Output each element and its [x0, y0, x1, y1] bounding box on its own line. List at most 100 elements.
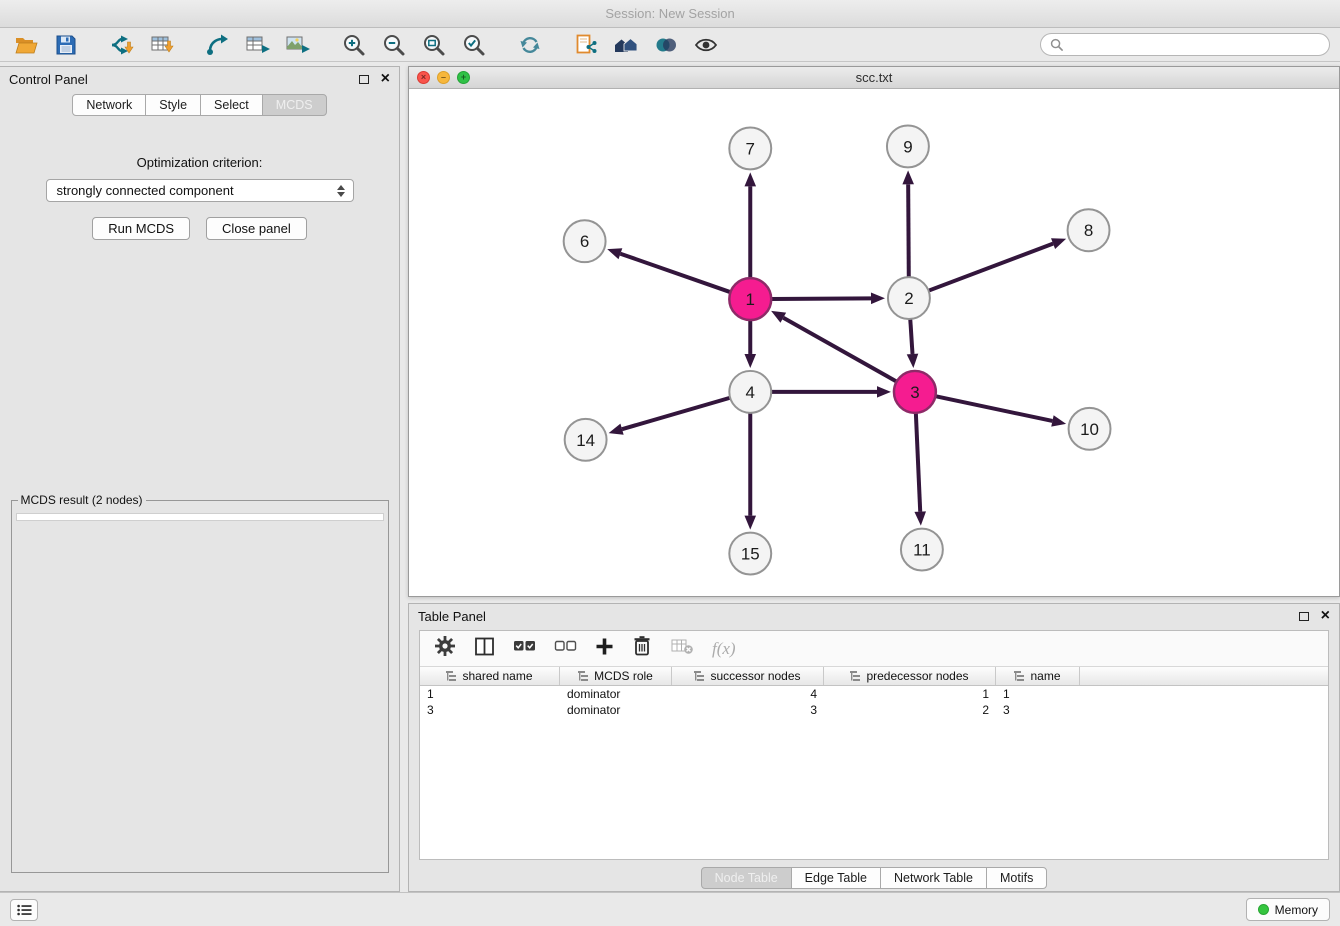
- open-session-button[interactable]: [10, 31, 42, 59]
- optimization-label: Optimization criterion:: [137, 155, 263, 170]
- graph-node-label-3: 3: [910, 383, 919, 402]
- show-columns-button[interactable]: [474, 636, 495, 662]
- tab-style[interactable]: Style: [145, 94, 201, 116]
- refresh-button[interactable]: [514, 31, 546, 59]
- table-row[interactable]: 1dominator411: [420, 686, 1328, 702]
- graph-arrowhead-1-7: [744, 172, 756, 186]
- graph-edge-2-9[interactable]: [908, 184, 909, 277]
- export-image-button[interactable]: [282, 31, 314, 59]
- column-header-mcds-role[interactable]: MCDS role: [560, 667, 672, 685]
- close-panel-button[interactable]: Close panel: [206, 217, 307, 240]
- column-header-shared-name[interactable]: shared name: [420, 667, 560, 685]
- window-minimize-button[interactable]: –: [437, 71, 450, 84]
- cell-shared-name[interactable]: 1: [420, 687, 560, 701]
- column-header-name[interactable]: name: [996, 667, 1080, 685]
- control-panel-header: Control Panel ×: [0, 67, 399, 91]
- network-view-window: scc.txt × – + 7968124314101511: [408, 66, 1340, 597]
- graph-node-label-4: 4: [746, 383, 755, 402]
- mcds-result-title: MCDS result (2 nodes): [18, 493, 146, 507]
- column-type-icon: [578, 671, 589, 681]
- tab-network[interactable]: Network: [72, 94, 146, 116]
- column-header-predecessor-nodes[interactable]: predecessor nodes: [824, 667, 996, 685]
- task-history-button[interactable]: [10, 899, 38, 921]
- close-panel-icon[interactable]: ×: [381, 71, 390, 87]
- graph-node-label-15: 15: [741, 545, 760, 564]
- cell-predecessor-nodes[interactable]: 1: [824, 687, 996, 701]
- graph-edge-4-14[interactable]: [622, 398, 730, 429]
- run-mcds-button[interactable]: Run MCDS: [92, 217, 190, 240]
- control-panel-tabs: NetworkStyleSelectMCDS: [0, 91, 399, 123]
- graph-edge-2-8[interactable]: [929, 244, 1054, 291]
- float-panel-icon[interactable]: [359, 75, 369, 84]
- window-zoom-button[interactable]: +: [457, 71, 470, 84]
- graph-arrowhead-1-6: [607, 248, 622, 259]
- delete-table-button[interactable]: [670, 636, 694, 661]
- cell-name[interactable]: 1: [996, 687, 1080, 701]
- import-table-icon: [149, 33, 175, 57]
- create-column-button[interactable]: [595, 637, 614, 661]
- save-floppy-icon: [55, 34, 77, 56]
- show-hide-graphics-button[interactable]: [690, 31, 722, 59]
- table-rows[interactable]: 1dominator4113dominator323: [420, 686, 1328, 859]
- table-toolbar: f(x): [420, 631, 1328, 667]
- zoom-out-button[interactable]: [378, 31, 410, 59]
- zoom-selected-button[interactable]: [458, 31, 490, 59]
- search-field[interactable]: [1040, 33, 1330, 56]
- delete-column-button[interactable]: [632, 635, 652, 662]
- apply-style-button[interactable]: [650, 31, 682, 59]
- table-tab-node-table[interactable]: Node Table: [701, 867, 792, 889]
- export-network-icon: [206, 33, 230, 57]
- cell-shared-name[interactable]: 3: [420, 703, 560, 717]
- home-layout-button[interactable]: [610, 31, 642, 59]
- import-network-button[interactable]: [106, 31, 138, 59]
- tab-select[interactable]: Select: [200, 94, 263, 116]
- status-bar: Memory: [0, 892, 1340, 926]
- graph-edge-3-11[interactable]: [916, 413, 920, 512]
- graph-edge-1-2[interactable]: [771, 298, 871, 299]
- graph-edge-3-1[interactable]: [783, 318, 896, 382]
- copy-network-button[interactable]: [570, 31, 602, 59]
- column-type-icon: [694, 671, 705, 681]
- graph-edge-1-6[interactable]: [620, 254, 730, 292]
- cell-mcds-role[interactable]: dominator: [560, 703, 672, 717]
- mcds-result-list[interactable]: 13: [16, 513, 384, 521]
- table-settings-button[interactable]: [434, 635, 456, 662]
- export-network-button[interactable]: [202, 31, 234, 59]
- cell-successor-nodes[interactable]: 4: [672, 687, 824, 701]
- zoom-in-button[interactable]: [338, 31, 370, 59]
- graph-edge-3-10[interactable]: [935, 396, 1052, 421]
- deselect-all-button[interactable]: [554, 638, 577, 659]
- close-table-panel-icon[interactable]: ×: [1321, 608, 1330, 624]
- export-table-button[interactable]: [242, 31, 274, 59]
- search-icon: [1050, 38, 1063, 51]
- window-titlebar: Session: New Session: [0, 0, 1340, 28]
- table-tab-edge-table[interactable]: Edge Table: [791, 867, 881, 889]
- import-table-button[interactable]: [146, 31, 178, 59]
- graph-arrowhead-2-8: [1051, 238, 1066, 249]
- float-table-panel-icon[interactable]: [1299, 612, 1309, 621]
- select-all-button[interactable]: [513, 638, 536, 659]
- graph-canvas[interactable]: 7968124314101511: [409, 89, 1339, 596]
- network-canvas[interactable]: 7968124314101511: [409, 89, 1339, 596]
- zoom-fit-button[interactable]: [418, 31, 450, 59]
- table-row[interactable]: 3dominator323: [420, 702, 1328, 718]
- graph-node-label-8: 8: [1084, 221, 1093, 240]
- main-area: Control Panel × NetworkStyleSelectMCDS O…: [0, 62, 1340, 892]
- optimization-dropdown[interactable]: strongly connected component: [46, 179, 354, 202]
- cell-name[interactable]: 3: [996, 703, 1080, 717]
- function-builder-button[interactable]: f(x): [712, 639, 736, 659]
- column-header-successor-nodes[interactable]: successor nodes: [672, 667, 824, 685]
- memory-button[interactable]: Memory: [1246, 898, 1330, 921]
- graph-node-label-11: 11: [913, 541, 931, 560]
- window-close-button[interactable]: ×: [417, 71, 430, 84]
- search-input[interactable]: [1068, 37, 1320, 53]
- control-panel-title: Control Panel: [9, 72, 88, 87]
- cell-predecessor-nodes[interactable]: 2: [824, 703, 996, 717]
- save-session-button[interactable]: [50, 31, 82, 59]
- graph-edge-2-3[interactable]: [910, 319, 912, 354]
- cell-successor-nodes[interactable]: 3: [672, 703, 824, 717]
- tab-mcds[interactable]: MCDS: [262, 94, 327, 116]
- cell-mcds-role[interactable]: dominator: [560, 687, 672, 701]
- table-tab-network-table[interactable]: Network Table: [880, 867, 987, 889]
- table-tab-motifs[interactable]: Motifs: [986, 867, 1047, 889]
